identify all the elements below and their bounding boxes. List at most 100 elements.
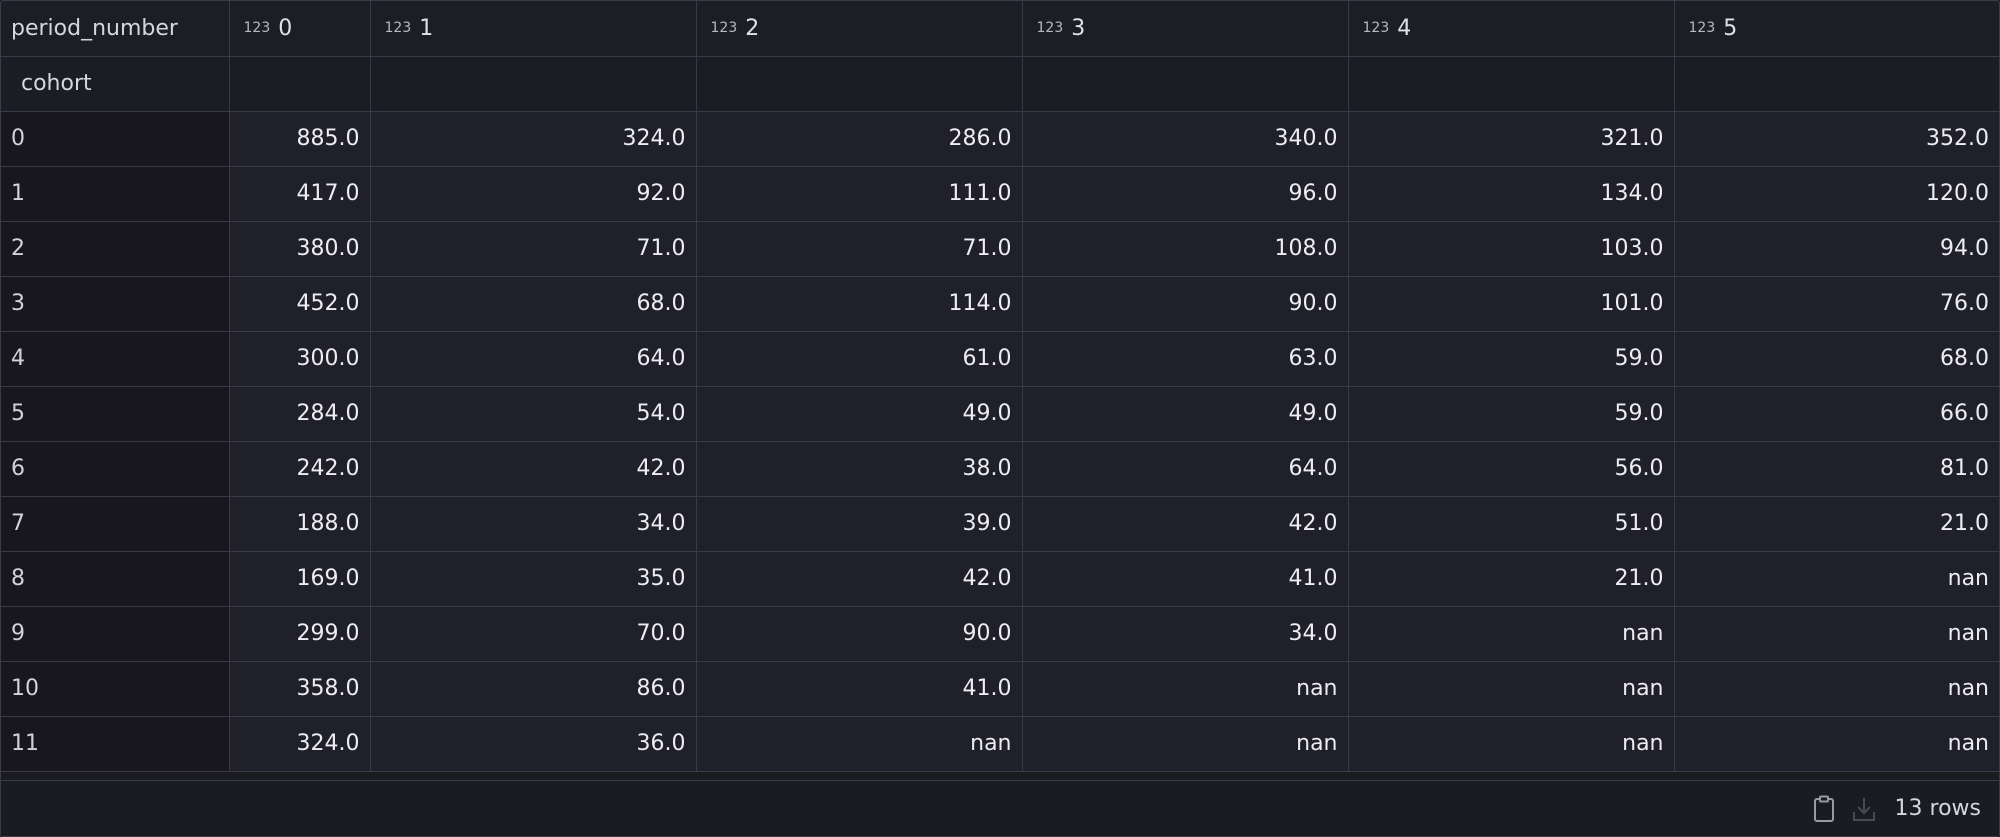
table-cell[interactable]: 71.0 <box>370 221 697 277</box>
numeric-type-icon: 123 <box>384 19 412 36</box>
table-cell[interactable]: 59.0 <box>1348 386 1675 442</box>
table-cell[interactable]: 49.0 <box>696 386 1023 442</box>
table-cell[interactable]: 71.0 <box>696 221 1023 277</box>
table-cell[interactable]: 300.0 <box>229 331 371 387</box>
row-index-cell[interactable]: 3 <box>1 276 230 332</box>
table-cell[interactable]: 42.0 <box>696 551 1023 607</box>
table-cell[interactable]: 340.0 <box>1022 111 1349 167</box>
table-cell[interactable]: nan <box>1674 716 1999 772</box>
table-cell[interactable]: 324.0 <box>370 111 697 167</box>
row-index-cell[interactable]: 11 <box>1 716 230 772</box>
table-cell[interactable]: nan <box>1674 551 1999 607</box>
table-cell[interactable]: 103.0 <box>1348 221 1675 277</box>
table-cell[interactable]: 417.0 <box>229 166 371 222</box>
table-cell[interactable]: 90.0 <box>696 606 1023 662</box>
table-cell[interactable]: 380.0 <box>229 221 371 277</box>
table-cell[interactable]: nan <box>1348 661 1675 717</box>
row-index-cell[interactable]: 4 <box>1 331 230 387</box>
table-cell[interactable]: 358.0 <box>229 661 371 717</box>
column-header-3[interactable]: 123 3 <box>1022 1 1349 57</box>
index-name-header[interactable]: period_number <box>1 1 230 57</box>
table-cell[interactable]: nan <box>1674 661 1999 717</box>
row-index-cell[interactable]: 7 <box>1 496 230 552</box>
table-cell[interactable]: 35.0 <box>370 551 697 607</box>
table-cell[interactable]: nan <box>1348 606 1675 662</box>
table-cell[interactable]: 242.0 <box>229 441 371 497</box>
table-cell[interactable]: 321.0 <box>1348 111 1675 167</box>
table-cell[interactable]: 324.0 <box>229 716 371 772</box>
table-cell[interactable]: 299.0 <box>229 606 371 662</box>
table-cell[interactable]: 120.0 <box>1674 166 1999 222</box>
column-header-0[interactable]: 123 0 <box>229 1 371 57</box>
table-cell[interactable]: nan <box>1022 716 1349 772</box>
table-cell[interactable]: 51.0 <box>1348 496 1675 552</box>
table-cell[interactable]: nan <box>1674 606 1999 662</box>
table-cell[interactable]: 21.0 <box>1348 551 1675 607</box>
table-cell[interactable]: 86.0 <box>370 661 697 717</box>
table-cell[interactable]: 134.0 <box>1348 166 1675 222</box>
table-cell[interactable]: 92.0 <box>370 166 697 222</box>
table-cell[interactable]: 41.0 <box>1022 551 1349 607</box>
table-cell[interactable]: 188.0 <box>229 496 371 552</box>
table-cell[interactable]: 76.0 <box>1674 276 1999 332</box>
table-cell[interactable]: 81.0 <box>1674 441 1999 497</box>
row-index-cell[interactable]: 2 <box>1 221 230 277</box>
table-cell[interactable]: 39.0 <box>696 496 1023 552</box>
table-cell[interactable]: nan <box>696 716 1023 772</box>
table-row: 9 299.0 70.0 90.0 34.0 nan nan <box>1 606 1999 662</box>
table-cell[interactable]: 108.0 <box>1022 221 1349 277</box>
table-cell[interactable]: 42.0 <box>370 441 697 497</box>
row-index-cell[interactable]: 1 <box>1 166 230 222</box>
table-cell[interactable]: 56.0 <box>1348 441 1675 497</box>
row-index-cell[interactable]: 5 <box>1 386 230 442</box>
table-cell[interactable]: 66.0 <box>1674 386 1999 442</box>
table-cell[interactable]: 68.0 <box>1674 331 1999 387</box>
table-cell[interactable]: 59.0 <box>1348 331 1675 387</box>
table-cell[interactable]: 63.0 <box>1022 331 1349 387</box>
table-cell[interactable]: 64.0 <box>370 331 697 387</box>
table-cell[interactable]: 21.0 <box>1674 496 1999 552</box>
clipboard-icon[interactable] <box>1809 794 1839 824</box>
table-cell[interactable]: 452.0 <box>229 276 371 332</box>
table-cell[interactable]: 94.0 <box>1674 221 1999 277</box>
table-cell[interactable]: 34.0 <box>1022 606 1349 662</box>
table-cell[interactable]: 114.0 <box>696 276 1023 332</box>
table-cell[interactable]: 64.0 <box>1022 441 1349 497</box>
table-cell[interactable]: 34.0 <box>370 496 697 552</box>
table-row: 0 885.0 324.0 286.0 340.0 321.0 352.0 <box>1 111 1999 167</box>
column-header-2[interactable]: 123 2 <box>696 1 1023 57</box>
table-cell[interactable]: 36.0 <box>370 716 697 772</box>
table-cell[interactable]: 96.0 <box>1022 166 1349 222</box>
row-index-cell[interactable]: 8 <box>1 551 230 607</box>
row-index-cell[interactable]: 9 <box>1 606 230 662</box>
table-cell[interactable]: 61.0 <box>696 331 1023 387</box>
row-index-cell[interactable]: 10 <box>1 661 230 717</box>
column-header-5[interactable]: 123 5 <box>1674 1 1999 57</box>
table-cell[interactable]: nan <box>1348 716 1675 772</box>
table-cell[interactable]: 49.0 <box>1022 386 1349 442</box>
table-cell[interactable]: 169.0 <box>229 551 371 607</box>
column-header-1[interactable]: 123 1 <box>370 1 697 57</box>
table-cell[interactable]: 352.0 <box>1674 111 1999 167</box>
table-cell[interactable]: 70.0 <box>370 606 697 662</box>
download-icon[interactable] <box>1849 794 1879 824</box>
table-cell[interactable]: 42.0 <box>1022 496 1349 552</box>
table-cell[interactable]: 111.0 <box>696 166 1023 222</box>
table-cell[interactable]: 286.0 <box>696 111 1023 167</box>
table-cell[interactable]: 284.0 <box>229 386 371 442</box>
table-cell[interactable]: 885.0 <box>229 111 371 167</box>
table-row: 5 284.0 54.0 49.0 49.0 59.0 66.0 <box>1 386 1999 442</box>
row-index-cell[interactable]: 0 <box>1 111 230 167</box>
table-cell[interactable]: 54.0 <box>370 386 697 442</box>
table-row: 1 417.0 92.0 111.0 96.0 134.0 120.0 <box>1 166 1999 222</box>
table-cell[interactable]: 68.0 <box>370 276 697 332</box>
row-index-cell[interactable]: 6 <box>1 441 230 497</box>
data-table: period_number 123 0 123 1 123 2 123 3 123 4 1… <box>1 1 1999 772</box>
column-header-4[interactable]: 123 4 <box>1348 1 1675 57</box>
table-cell[interactable]: 38.0 <box>696 441 1023 497</box>
table-cell[interactable]: nan <box>1022 661 1349 717</box>
table-cell[interactable]: 90.0 <box>1022 276 1349 332</box>
table-row: 11 324.0 36.0 nan nan nan nan <box>1 716 1999 772</box>
table-cell[interactable]: 41.0 <box>696 661 1023 717</box>
table-cell[interactable]: 101.0 <box>1348 276 1675 332</box>
